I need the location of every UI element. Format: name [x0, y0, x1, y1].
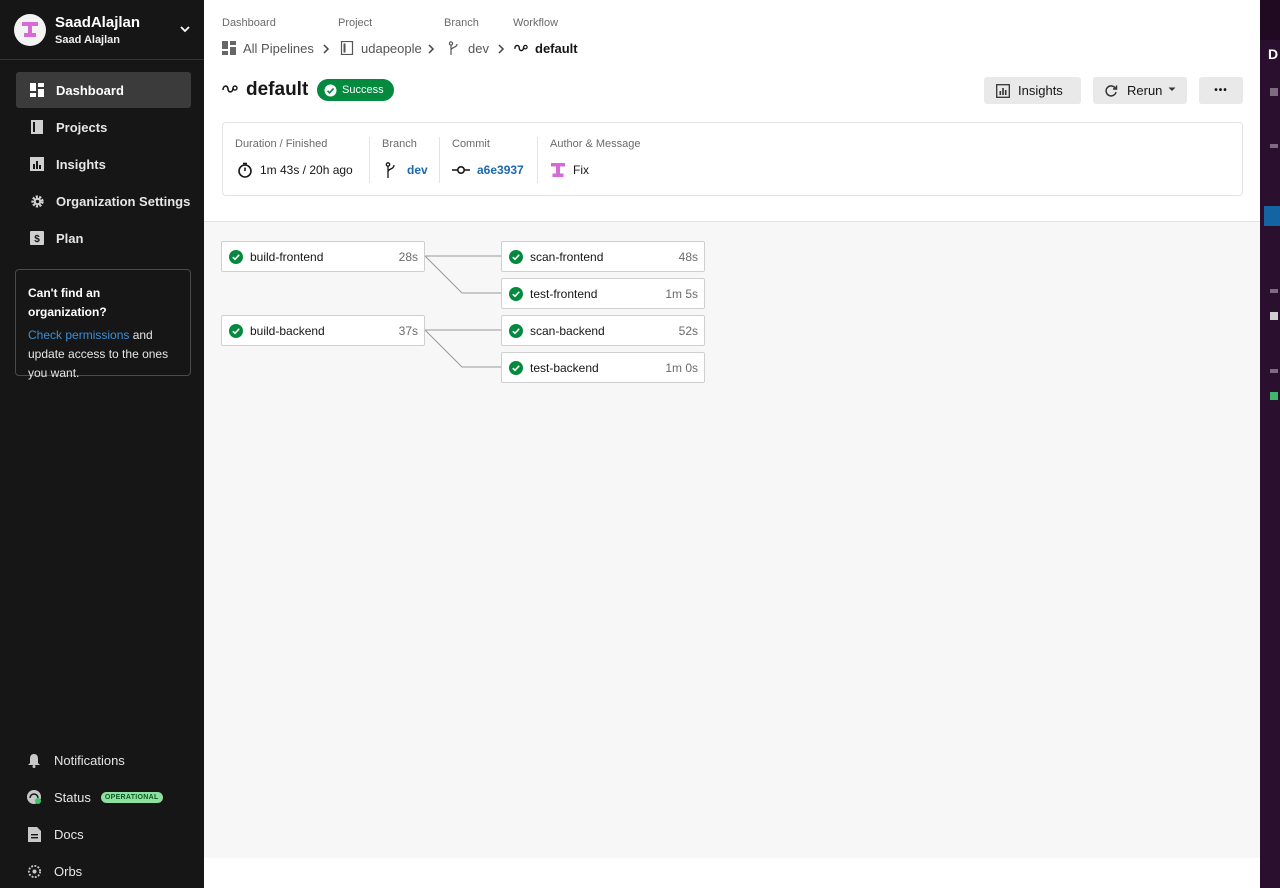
sidebar: SaadAlajlan Saad Alajlan Dashboard Proje…	[0, 0, 204, 888]
orbs-link[interactable]: Orbs	[26, 860, 82, 882]
plan-icon: $	[29, 230, 45, 246]
check-permissions-link[interactable]: Check permissions	[28, 328, 129, 342]
job-name: build-frontend	[250, 249, 324, 264]
sidebar-item-label: Dashboard	[56, 82, 124, 98]
background-app-title: D	[1268, 46, 1279, 62]
orbs-label: Orbs	[54, 863, 83, 879]
check-circle-icon	[509, 249, 523, 264]
projects-icon	[29, 119, 45, 135]
sidebar-item-projects[interactable]: Projects	[16, 109, 191, 145]
notifications-link[interactable]: Notifications	[26, 749, 125, 771]
chevron-down-icon[interactable]	[178, 22, 192, 36]
user-name: SaadAlajlan	[55, 14, 141, 31]
caret-down-icon	[1270, 144, 1278, 148]
job-duration: 37s	[398, 324, 418, 338]
sidebar-item-organization-settings[interactable]: Organization Settings	[16, 183, 191, 219]
job-build-frontend[interactable]: build-frontend 28s	[221, 241, 425, 272]
avatar	[1270, 392, 1278, 400]
job-name: scan-frontend	[530, 249, 604, 264]
svg-text:$: $	[34, 234, 40, 245]
user-subname: Saad Alajlan	[55, 34, 121, 46]
job-name: scan-backend	[530, 323, 605, 338]
status-badge: OPERATIONAL	[100, 791, 163, 803]
caret-down-icon	[1270, 369, 1278, 373]
selected-channel-highlight	[1264, 206, 1280, 226]
docs-icon	[26, 826, 42, 842]
job-test-backend[interactable]: test-backend 1m 0s	[501, 352, 705, 383]
status-link[interactable]: Status OPERATIONAL	[26, 786, 163, 808]
status-icon	[26, 789, 42, 805]
job-scan-backend[interactable]: scan-backend 52s	[501, 315, 705, 346]
org-help-card: Can't find an organization? Check permis…	[15, 269, 191, 380]
check-circle-icon	[229, 323, 243, 338]
docs-link[interactable]: Docs	[26, 823, 84, 845]
background-app-window: D	[1260, 0, 1280, 888]
job-name: build-backend	[250, 323, 325, 338]
main-content: Dashboard Project Branch Workflow All Pi…	[204, 0, 1260, 858]
job-test-frontend[interactable]: test-frontend 1m 5s	[501, 278, 705, 309]
bell-icon	[26, 752, 42, 768]
main-footer	[204, 858, 1260, 888]
caret-down-icon	[1270, 289, 1278, 293]
org-help-text: Check permissions and update access to t…	[28, 326, 178, 383]
user-switcher[interactable]: SaadAlajlan Saad Alajlan	[14, 12, 194, 50]
sidebar-item-label: Insights	[56, 156, 106, 172]
check-circle-icon	[509, 286, 523, 301]
sidebar-item-label: Organization Settings	[56, 193, 191, 209]
background-app-topbar	[1260, 0, 1280, 40]
job-build-backend[interactable]: build-backend 37s	[221, 315, 425, 346]
job-duration: 1m 5s	[665, 287, 698, 301]
insights-icon	[29, 156, 45, 172]
sidebar-item-label: Projects	[56, 119, 108, 135]
check-circle-icon	[509, 323, 523, 338]
sidebar-item-label: Plan	[56, 230, 84, 246]
job-duration: 52s	[678, 324, 698, 338]
sidebar-item-dashboard[interactable]: Dashboard	[16, 72, 191, 108]
sidebar-item-plan[interactable]: $ Plan	[16, 220, 191, 256]
gear-icon	[29, 193, 45, 209]
org-help-title: Can't find an organization?	[28, 286, 107, 319]
sidebar-divider	[0, 59, 204, 60]
job-duration: 28s	[398, 250, 418, 264]
job-duration: 1m 0s	[665, 361, 698, 375]
sidebar-item-insights[interactable]: Insights	[16, 146, 191, 182]
avatar	[14, 14, 46, 46]
check-circle-icon	[509, 360, 523, 375]
job-scan-frontend[interactable]: scan-frontend 48s	[501, 241, 705, 272]
job-name: test-backend	[530, 360, 599, 375]
docs-label: Docs	[54, 826, 84, 842]
check-circle-icon	[229, 249, 243, 264]
orbs-icon	[26, 863, 42, 879]
building-icon	[1270, 88, 1278, 96]
avatar	[1270, 312, 1278, 320]
job-duration: 48s	[678, 250, 698, 264]
status-label: Status	[54, 789, 91, 805]
dashboard-icon	[29, 82, 45, 98]
notifications-label: Notifications	[54, 752, 125, 768]
job-name: test-frontend	[530, 286, 598, 301]
